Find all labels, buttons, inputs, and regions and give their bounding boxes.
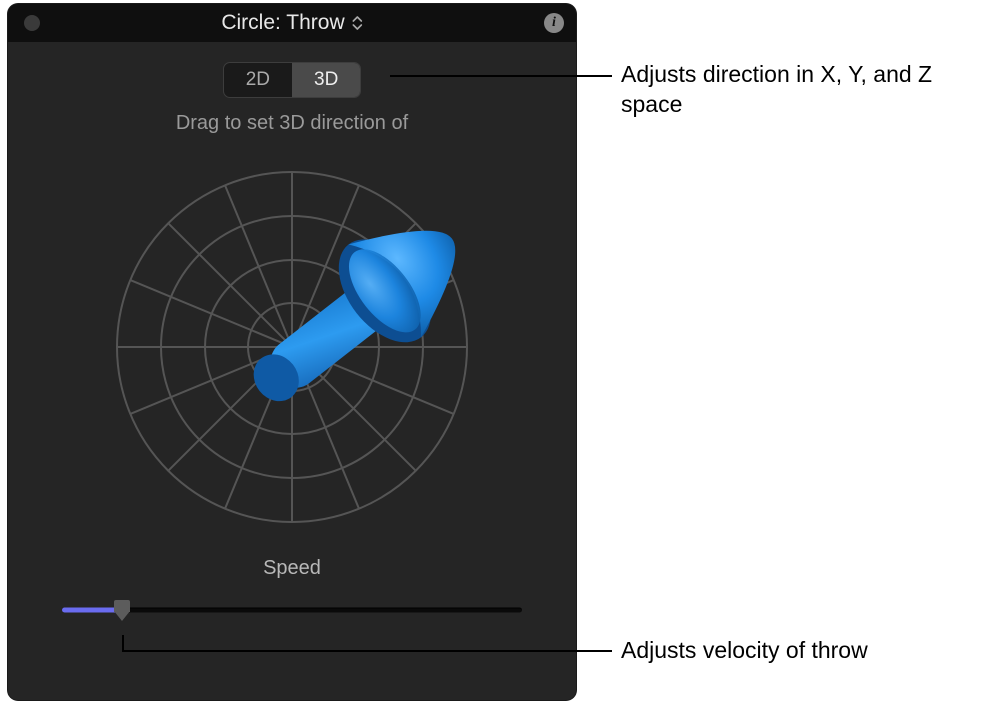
callout-line [122,650,612,652]
chevron-updown-icon [353,16,363,30]
dial-grid-icon [112,167,472,527]
segment-3d[interactable]: 3D [292,63,360,97]
direction-dial[interactable] [112,167,472,527]
title-dropdown[interactable]: Circle: Throw [221,11,362,35]
speed-label: Speed [263,557,321,580]
callout-line [122,635,124,651]
panel-content: 2D 3D Drag to set 3D direction of [8,42,576,622]
callout-line [390,75,612,77]
traffic-light-dot[interactable] [24,15,40,31]
callout-direction: Adjusts direction in X, Y, and Z space [621,60,941,120]
instruction-text: Drag to set 3D direction of [176,112,408,135]
info-icon[interactable]: i [544,13,564,33]
panel-title: Circle: Throw [221,11,344,35]
speed-slider[interactable] [62,598,522,622]
segment-2d[interactable]: 2D [224,63,292,97]
titlebar: Circle: Throw i [8,4,576,42]
dimension-toggle: 2D 3D [223,62,362,98]
slider-track [62,608,522,613]
throw-panel: Circle: Throw i 2D 3D Drag to set 3D dir… [8,4,576,700]
callout-velocity: Adjusts velocity of throw [621,636,868,666]
